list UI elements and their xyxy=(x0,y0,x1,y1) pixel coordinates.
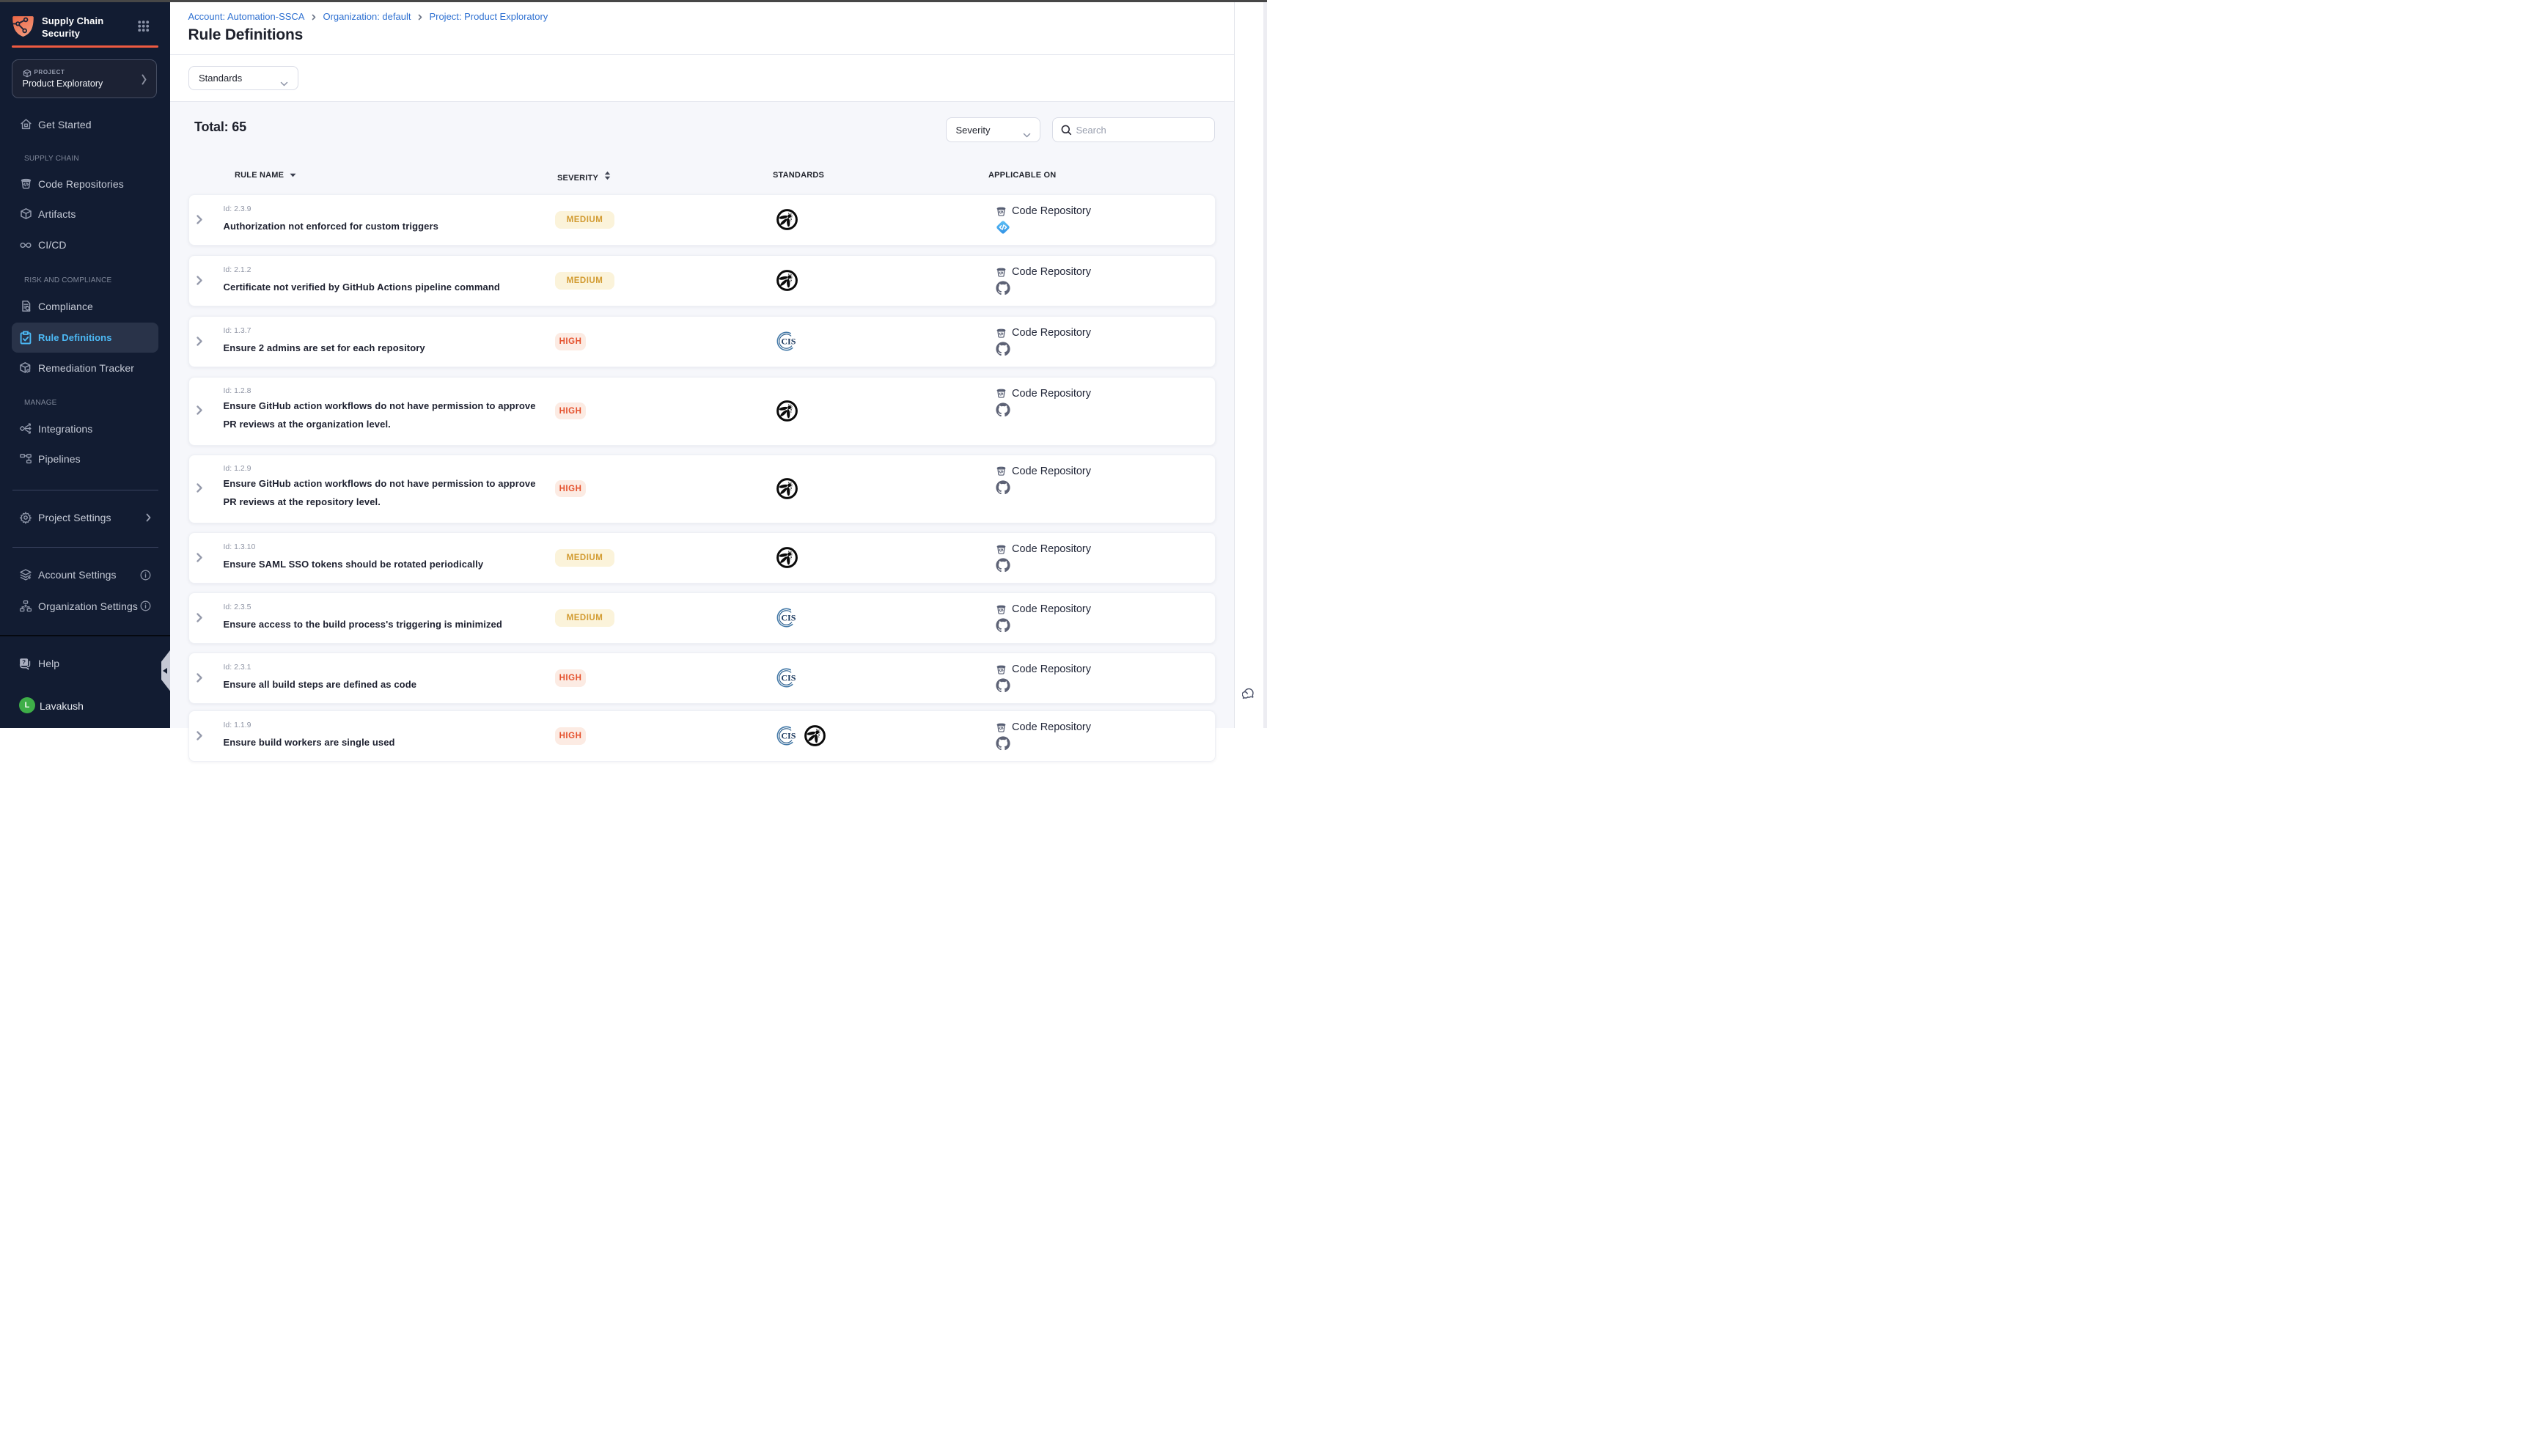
svg-text:CIS: CIS xyxy=(781,673,796,683)
svg-text:CIS: CIS xyxy=(781,731,796,741)
svg-text:CIS: CIS xyxy=(781,613,796,623)
svg-text:CIS: CIS xyxy=(781,337,796,347)
svg-text:?: ? xyxy=(22,658,26,665)
